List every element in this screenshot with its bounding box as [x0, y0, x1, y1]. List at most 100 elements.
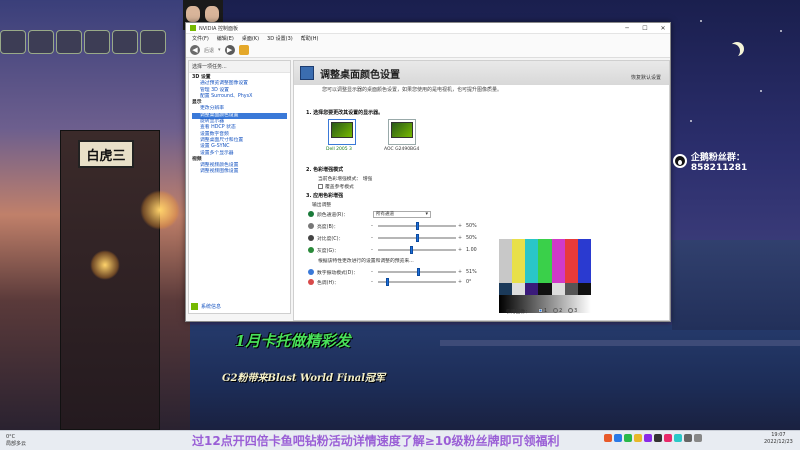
app-icon[interactable]	[624, 434, 632, 442]
slider-value: 50%	[466, 235, 477, 241]
weather-desc: 局部多云	[6, 441, 27, 447]
reference-image-options: 123	[538, 308, 577, 314]
slider-track[interactable]	[378, 268, 456, 276]
channel-icon	[308, 211, 314, 217]
step-select-display: 1. 选择您要更改其设置的显示器。	[306, 110, 384, 116]
increase-button[interactable]: +	[458, 248, 462, 253]
increase-button[interactable]: +	[458, 270, 462, 275]
network-icon[interactable]	[684, 434, 692, 442]
back-button[interactable]: ◀	[190, 45, 200, 55]
face	[205, 6, 219, 22]
shop-sign: 白虎三	[78, 140, 134, 168]
reference-radio-2[interactable]: 2	[553, 308, 562, 314]
fan-group-text: 企鹅粉丝群：858211281	[690, 152, 748, 173]
monitor-option-2[interactable]	[388, 119, 416, 145]
reference-radio-3[interactable]: 3	[568, 308, 577, 314]
street-lamp	[90, 250, 120, 280]
decrease-button[interactable]: –	[368, 224, 376, 229]
promo-subtext: G2粉带来Blast World Final冠军	[222, 373, 386, 384]
increase-button[interactable]: +	[458, 224, 462, 229]
face	[186, 6, 200, 22]
menu-help[interactable]: 帮助(H)	[301, 35, 319, 42]
star	[690, 120, 692, 122]
monitor-option-1[interactable]	[328, 119, 356, 145]
increase-button[interactable]: +	[458, 280, 462, 285]
slider-thumb[interactable]	[409, 246, 413, 254]
menu-desktop[interactable]: 桌面(K)	[242, 35, 259, 42]
slider-thumb[interactable]	[386, 278, 390, 286]
app-icon[interactable]	[614, 434, 622, 442]
color-bar	[577, 239, 591, 283]
toolbar: ◀ 后退 ▾ ▶	[186, 43, 670, 58]
clock-time: 19:07	[771, 432, 786, 438]
clock-date: 2022/12/23	[764, 439, 793, 445]
star	[760, 90, 762, 92]
info-icon	[191, 303, 198, 310]
minimize-button[interactable]: ─	[618, 23, 636, 34]
maximize-button[interactable]: ☐	[636, 23, 654, 34]
title-bar: NVIDIA 控制面板	[186, 23, 670, 34]
override-checkbox[interactable]: 覆盖参考模式	[318, 183, 354, 190]
decrease-button[interactable]: –	[368, 236, 376, 241]
sticker	[84, 30, 110, 54]
scrolling-ticker: 过12点开四倍卡鱼吧钻粉活动详情速度了解≥10级粉丝牌即可领福利	[192, 433, 560, 448]
background-building	[60, 130, 160, 430]
slider-thumb[interactable]	[416, 268, 420, 276]
slider-row: 对比度(C)： – +50%	[308, 234, 480, 242]
color-bar	[538, 239, 552, 283]
menu-file[interactable]: 文件(F)	[192, 35, 209, 42]
app-icon[interactable]	[664, 434, 672, 442]
star	[700, 20, 702, 22]
slider-track[interactable]	[378, 278, 456, 286]
app-icon[interactable]	[654, 434, 662, 442]
slider-label: 对比度(C)：	[317, 236, 344, 242]
slider-icon	[308, 235, 314, 241]
increase-button[interactable]: +	[458, 236, 462, 241]
nvidia-icon	[190, 25, 196, 31]
weather-widget[interactable]: 0°C 局部多云	[6, 434, 26, 448]
page-title: 调整桌面颜色设置	[320, 69, 400, 81]
reference-image-label: 引用图像：	[506, 310, 530, 315]
slider-track[interactable]	[378, 246, 456, 254]
menu-3d-settings[interactable]: 3D 设置(3)	[267, 35, 293, 42]
menu-edit[interactable]: 编辑(E)	[217, 35, 234, 42]
channel-row: 颜色通道(R)： 所有通道	[308, 210, 480, 218]
slider-thumb[interactable]	[416, 222, 419, 230]
restore-defaults-link[interactable]: 恢复默认设置	[631, 74, 661, 81]
slider-thumb[interactable]	[416, 234, 419, 242]
slider-label: 灰度(G)：	[317, 248, 339, 254]
slider-track[interactable]	[378, 234, 456, 242]
task-pane: 选择一项任务... 3D 设置 通过预览调整图像设置 管理 3D 设置 配置 Surr…	[188, 60, 291, 314]
monitor-label-1: Dell 2005 3	[326, 147, 352, 152]
sticker	[56, 30, 82, 54]
clock[interactable]: 19:07 2022/12/23	[764, 432, 793, 446]
monitor-label-2: AOC G2490BG4	[384, 147, 420, 152]
penguin-icon	[673, 154, 687, 168]
app-icon[interactable]	[674, 434, 682, 442]
slider-label: 色调(H)：	[317, 280, 339, 286]
app-icon[interactable]	[604, 434, 612, 442]
color-channel-select[interactable]: 所有通道	[373, 210, 431, 218]
slider-track[interactable]	[378, 222, 456, 230]
step-color-mode: 2. 色彩增强模式	[306, 167, 344, 173]
system-info-link[interactable]: 系统信息	[191, 303, 221, 310]
sticker	[112, 30, 138, 54]
current-mode-text: 当前色彩增强模式： 增强	[318, 177, 373, 182]
reference-radio-1[interactable]: 1	[538, 308, 547, 314]
page-description: 您可以调整显示器的桌面颜色设置，如果您使用的是电视机，也可提升图像质量。	[322, 87, 503, 93]
fan-group-banner: 企鹅粉丝群：858211281	[673, 153, 800, 173]
decrease-button[interactable]: –	[368, 270, 376, 275]
app-icon[interactable]	[634, 434, 642, 442]
forward-button[interactable]: ▶	[224, 45, 235, 55]
system-info-label: 系统信息	[201, 304, 222, 310]
decrease-button[interactable]: –	[368, 280, 376, 285]
decrease-button[interactable]: –	[368, 248, 376, 253]
moon-icon	[726, 44, 740, 58]
home-icon[interactable]	[238, 45, 249, 55]
volume-icon[interactable]	[694, 434, 702, 442]
desktop-color-icon	[300, 66, 314, 80]
close-button[interactable]: ✕	[654, 23, 672, 34]
app-icon[interactable]	[644, 434, 652, 442]
page-banner: 调整桌面颜色设置 恢复默认设置	[294, 61, 669, 85]
tree-item[interactable]: 调整视频图像设置	[192, 169, 287, 175]
